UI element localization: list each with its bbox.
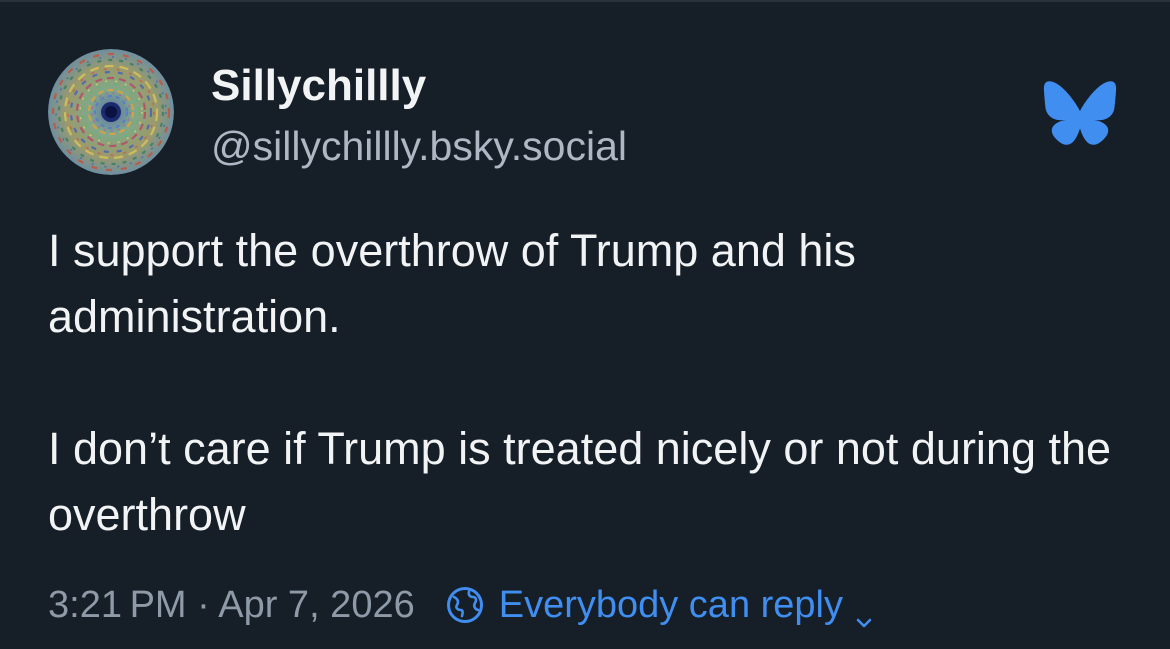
top-divider [0,0,1170,2]
author-avatar[interactable] [48,49,174,175]
reply-setting-label: Everybody can reply [498,584,844,626]
author-display-name[interactable]: Sillychillly [211,58,426,114]
avatar-image [48,49,174,175]
globe-icon [445,585,485,625]
post-body: I support the overthrow of Trump and his… [48,218,1128,548]
post-timestamp[interactable]: 3:21 PM · Apr 7, 2026 [48,577,415,633]
chevron-down-icon [853,594,875,628]
post-paragraph: I support the overthrow of Trump and his… [48,225,856,342]
bluesky-butterfly-icon [1042,80,1118,146]
post-card: Sillychillly @sillychillly.bsky.social I… [0,0,1170,649]
post-paragraph: I don’t care if Trump is treated nicely … [48,423,1112,540]
post-meta: 3:21 PM · Apr 7, 2026 Everybody can repl… [48,577,875,633]
author-handle[interactable]: @sillychillly.bsky.social [211,119,627,173]
reply-setting-button[interactable]: Everybody can reply [445,577,875,633]
